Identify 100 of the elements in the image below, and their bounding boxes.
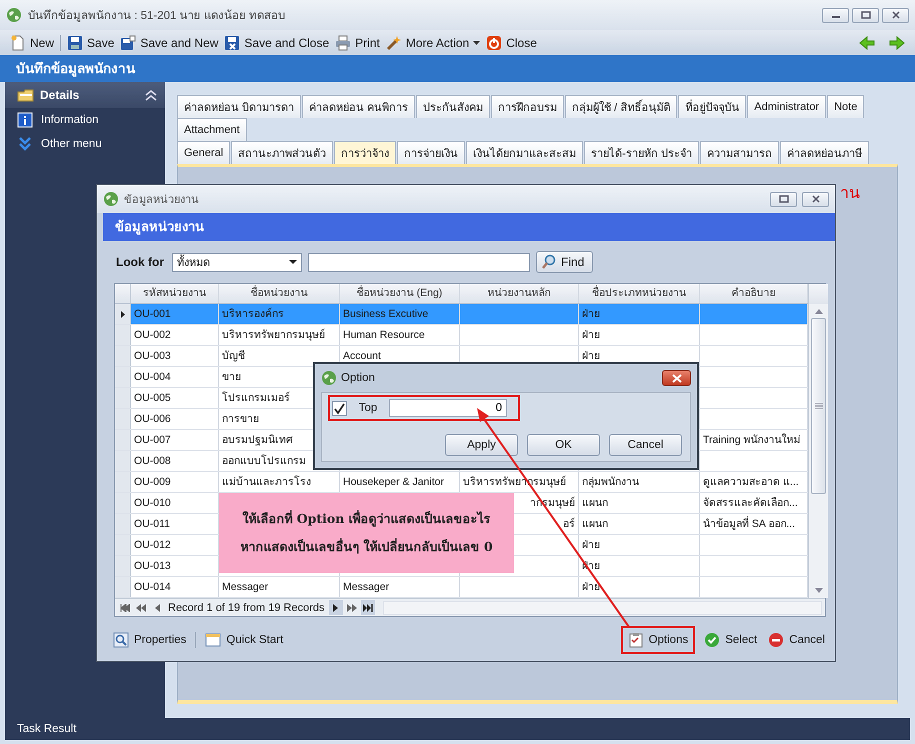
magnifier-icon [113, 632, 129, 648]
table-cell: ฝ่าย [579, 535, 700, 555]
dialog-button[interactable]: Cancel [609, 434, 682, 456]
toolbar-button[interactable]: Save [67, 34, 114, 50]
footer-button[interactable]: Select [702, 632, 760, 648]
table-cell: OU-014 [131, 577, 219, 597]
sidebar-item[interactable]: Other menu [5, 132, 165, 156]
row-header[interactable] [115, 304, 131, 324]
top-field[interactable]: 0 [389, 399, 507, 417]
tab[interactable]: ความสามารถ [700, 141, 779, 164]
table-cell: แผนก [579, 514, 700, 534]
tab[interactable]: Note [827, 95, 864, 118]
footer-button[interactable]: Quick Start [203, 632, 286, 648]
table-cell: OU-001 [131, 304, 219, 324]
table-cell: ดูแลความสะอาด แ... [700, 472, 808, 492]
footer-button[interactable]: Options [626, 632, 690, 648]
tab[interactable]: กลุ่มผู้ใช้ / สิทธิ์อนุมัติ [565, 95, 678, 118]
maximize-icon [778, 195, 788, 203]
checkbox[interactable] [332, 400, 347, 416]
collapse-icon[interactable] [145, 89, 157, 101]
table-row[interactable]: OU-002 บริหารทรัพยากรมนุษย์ Human Resource ฝ่าย [115, 325, 808, 346]
folder-icon [17, 87, 35, 103]
window-icon [205, 632, 222, 648]
previous-icon [154, 604, 160, 612]
search-icon [541, 254, 557, 270]
tab[interactable]: ประกันสังคม [416, 95, 490, 118]
find-button[interactable]: Find [536, 251, 594, 273]
toolbar-button[interactable]: Close [486, 34, 537, 50]
column-header[interactable]: คำอธิบาย [700, 284, 808, 303]
look-for-dropdown[interactable]: ทั้งหมด [172, 252, 302, 272]
close-icon [670, 374, 682, 382]
column-header[interactable]: ชื่อประเภทหน่วยงาน [579, 284, 700, 303]
table-row[interactable]: OU-001 บริหารองค์กร Business Excutive ฝ่าย [115, 304, 808, 325]
table-cell: OU-006 [131, 409, 219, 429]
tab[interactable]: รายได้-รายหัก ประจำ [584, 141, 699, 164]
search-field[interactable] [308, 252, 530, 272]
table-cell: OU-007 [131, 430, 219, 450]
next-record-button[interactable] [328, 600, 343, 615]
column-header[interactable]: หน่วยงานหลัก [460, 284, 579, 303]
dialog-title: Option [341, 372, 375, 384]
footer-button[interactable]: Properties [111, 632, 188, 648]
wand-icon [386, 34, 402, 50]
toolbar-button[interactable]: More Action [386, 34, 480, 50]
close-button[interactable] [882, 8, 909, 22]
sidebar-header[interactable]: Details [5, 82, 165, 108]
last-record-button[interactable] [360, 600, 375, 615]
printer-icon [335, 34, 352, 50]
look-for-label: Look for [116, 255, 164, 269]
scroll-bar[interactable] [809, 304, 828, 598]
toolbar-button[interactable]: Print [335, 34, 380, 50]
toolbar-button[interactable]: New [10, 34, 54, 50]
table-cell: จัดสรรและคัดเลือก... [700, 493, 808, 513]
table-cell: แผนก [579, 493, 700, 513]
maximize-icon [860, 11, 870, 19]
form-header: บันทึกข้อมูลพนักงาน [0, 55, 915, 82]
table-cell: Training พนักงานใหม่ [700, 430, 808, 450]
tab[interactable]: เงินได้ยกมาและสะสม [466, 141, 584, 164]
maximize-button[interactable] [770, 192, 797, 206]
column-header[interactable]: ชื่อหน่วยงาน (Eng) [340, 284, 460, 303]
table-cell: OU-004 [131, 367, 219, 387]
close-button[interactable] [662, 370, 691, 386]
minimize-button[interactable] [822, 8, 849, 22]
close-button[interactable] [802, 192, 829, 206]
record-counter: Record 1 of 19 from 19 Records [167, 602, 326, 614]
tab[interactable]: ค่าลดหย่อน คนพิการ [302, 95, 416, 118]
sidebar-item[interactable]: Information [5, 108, 165, 132]
horizontal-scroll-bar[interactable] [382, 600, 822, 614]
table-cell: กลุ่มพนักงาน [579, 472, 700, 492]
tab[interactable]: ค่าลดหย่อนภาษี [780, 141, 869, 164]
column-header[interactable]: รหัสหน่วยงาน [131, 284, 219, 303]
globe-icon [6, 7, 22, 23]
dialog-button[interactable]: Apply [445, 434, 518, 456]
toolbar-button[interactable]: Save and Close [224, 34, 330, 50]
tab[interactable]: Administrator [747, 95, 826, 118]
table-cell: Housekeper & Janitor [340, 472, 460, 492]
check-circle-icon [704, 632, 720, 648]
tab[interactable]: การว่าจ้าง [334, 141, 396, 164]
tab[interactable]: การจ่ายเงิน [397, 141, 466, 164]
table-cell: บริหารองค์กร [219, 304, 340, 324]
footer-button[interactable]: Cancel [766, 632, 827, 648]
tab[interactable]: General [177, 141, 230, 164]
table-cell: แม่บ้านและภารโรง [219, 472, 340, 492]
window-title: บันทึกข้อมูลพนักงาน : 51-201 นาย แดงน้อย ทดสอบ [28, 8, 285, 24]
status-bar: Task Result [5, 718, 910, 740]
notice-text: าน [840, 184, 860, 204]
toolbar-button[interactable]: Save and New [120, 34, 218, 50]
column-header[interactable]: ชื่อหน่วยงาน [219, 284, 340, 303]
table-cell: ฝ่าย [579, 304, 700, 324]
tab[interactable]: ค่าลดหย่อน บิดามารดา [177, 95, 302, 118]
table-cell: Human Resource [340, 325, 460, 345]
next-icon [333, 604, 338, 612]
tab[interactable]: Attachment [177, 118, 247, 141]
table-cell: ฝ่าย [579, 325, 700, 345]
maximize-button[interactable] [852, 8, 879, 22]
tab[interactable]: สถานะภาพส่วนตัว [231, 141, 334, 164]
table-cell: ฝ่าย [579, 577, 700, 597]
caret-icon [289, 260, 297, 264]
dialog-button[interactable]: OK [527, 434, 600, 456]
tab[interactable]: การฝึกอบรม [491, 95, 564, 118]
tab[interactable]: ที่อยู่ปัจจุบัน [678, 95, 746, 118]
